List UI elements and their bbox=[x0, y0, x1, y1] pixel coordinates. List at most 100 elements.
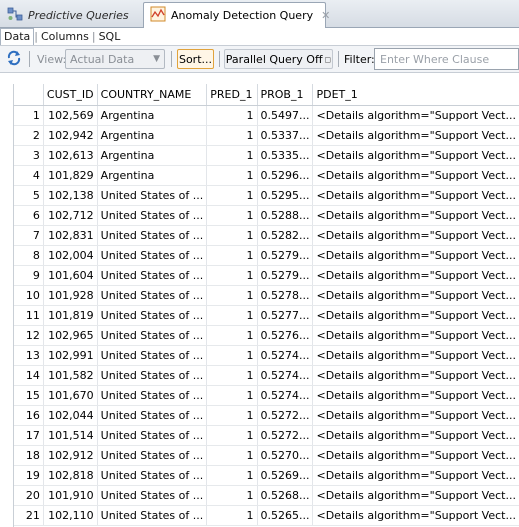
row-number[interactable]: 18 bbox=[14, 445, 44, 466]
prob-1-cell[interactable]: 0.5265... bbox=[257, 505, 314, 526]
cust-id-cell[interactable]: 102,613 bbox=[43, 145, 98, 166]
prob-1-cell[interactable]: 0.5295... bbox=[257, 185, 314, 206]
row-number[interactable]: 16 bbox=[14, 405, 44, 426]
prob-1-header[interactable]: PROB_1 bbox=[257, 84, 314, 106]
tab-data[interactable]: Data bbox=[0, 28, 35, 45]
pred-1-cell[interactable]: 1 bbox=[206, 205, 258, 226]
table-row[interactable]: 17 101,514 United States of ... 1 0.5272... <… bbox=[14, 425, 519, 446]
prob-1-cell[interactable]: 0.5272... bbox=[257, 425, 314, 446]
table-row[interactable]: 1 102,569 Argentina 1 0.5497... <Details algo… bbox=[14, 105, 519, 126]
tab-columns[interactable]: Columns bbox=[38, 29, 92, 45]
prob-1-cell[interactable]: 0.5337... bbox=[257, 125, 314, 146]
pred-1-cell[interactable]: 1 bbox=[206, 385, 258, 406]
cust-id-cell[interactable]: 101,910 bbox=[43, 485, 98, 506]
row-number[interactable]: 6 bbox=[14, 205, 44, 226]
row-number[interactable]: 11 bbox=[14, 305, 44, 326]
pred-1-cell[interactable]: 1 bbox=[206, 125, 258, 146]
cust-id-cell[interactable]: 102,110 bbox=[43, 505, 98, 526]
prob-1-cell[interactable]: 0.5335... bbox=[257, 145, 314, 166]
row-number[interactable]: 3 bbox=[14, 145, 44, 166]
prob-1-cell[interactable]: 0.5274... bbox=[257, 365, 314, 386]
row-number[interactable]: 17 bbox=[14, 425, 44, 446]
parallel-query-button[interactable]: Parallel Query Off ◻ bbox=[224, 49, 333, 69]
pdet-1-cell[interactable]: <Details algorithm="Support Vect... bbox=[312, 165, 519, 186]
where-clause-field[interactable] bbox=[374, 48, 519, 70]
pdet-1-cell[interactable]: <Details algorithm="Support Vect... bbox=[312, 505, 519, 526]
pdet-1-cell[interactable]: <Details algorithm="Support Vect... bbox=[312, 445, 519, 466]
pred-1-cell[interactable]: 1 bbox=[206, 325, 258, 346]
cust-id-cell[interactable]: 101,670 bbox=[43, 385, 98, 406]
pdet-1-cell[interactable]: <Details algorithm="Support Vect... bbox=[312, 385, 519, 406]
row-number[interactable]: 21 bbox=[14, 505, 44, 526]
pred-1-cell[interactable]: 1 bbox=[206, 445, 258, 466]
cust-id-cell[interactable]: 102,912 bbox=[43, 445, 98, 466]
row-number[interactable]: 1 bbox=[14, 105, 44, 126]
prob-1-cell[interactable]: 0.5268... bbox=[257, 485, 314, 506]
country-name-cell[interactable]: United States of ... bbox=[97, 285, 208, 306]
pdet-1-cell[interactable]: <Details algorithm="Support Vect... bbox=[312, 365, 519, 386]
results-grid[interactable]: CUST_ID COUNTRY_NAME PRED_1 PROB_1 PDET_1 11… bbox=[13, 84, 519, 527]
country-name-cell[interactable]: United States of ... bbox=[97, 185, 208, 206]
prob-1-cell[interactable]: 0.5269... bbox=[257, 465, 314, 486]
table-row[interactable]: 20 101,910 United States of ... 1 0.5268... <… bbox=[14, 485, 519, 506]
pred-1-cell[interactable]: 1 bbox=[206, 185, 258, 206]
row-number[interactable]: 5 bbox=[14, 185, 44, 206]
cust-id-cell[interactable]: 101,582 bbox=[43, 365, 98, 386]
row-number[interactable]: 15 bbox=[14, 385, 44, 406]
prob-1-cell[interactable]: 0.5274... bbox=[257, 345, 314, 366]
pdet-1-cell[interactable]: <Details algorithm="Support Vect... bbox=[312, 105, 519, 126]
prob-1-cell[interactable]: 0.5282... bbox=[257, 225, 314, 246]
country-name-cell[interactable]: United States of ... bbox=[97, 385, 208, 406]
prob-1-cell[interactable]: 0.5274... bbox=[257, 385, 314, 406]
pdet-1-cell[interactable]: <Details algorithm="Support Vect... bbox=[312, 205, 519, 226]
pred-1-cell[interactable]: 1 bbox=[206, 105, 258, 126]
country-name-cell[interactable]: United States of ... bbox=[97, 425, 208, 446]
row-number[interactable]: 7 bbox=[14, 225, 44, 246]
pdet-1-cell[interactable]: <Details algorithm="Support Vect... bbox=[312, 345, 519, 366]
table-row[interactable]: 7 102,831 United States of ... 1 0.5282... <D… bbox=[14, 225, 519, 246]
row-number[interactable]: 8 bbox=[14, 245, 44, 266]
table-row[interactable]: 14 101,582 United States of ... 1 0.5274... <… bbox=[14, 365, 519, 386]
country-name-cell[interactable]: United States of ... bbox=[97, 405, 208, 426]
country-name-cell[interactable]: United States of ... bbox=[97, 505, 208, 526]
where-clause-input[interactable] bbox=[378, 51, 515, 67]
pred-1-cell[interactable]: 1 bbox=[206, 425, 258, 446]
refresh-button[interactable] bbox=[5, 49, 25, 69]
pdet-1-cell[interactable]: <Details algorithm="Support Vect... bbox=[312, 465, 519, 486]
sort-button[interactable]: Sort... bbox=[177, 49, 214, 69]
country-name-cell[interactable]: United States of ... bbox=[97, 325, 208, 346]
country-name-cell[interactable]: Argentina bbox=[97, 165, 208, 186]
pdet-1-cell[interactable]: <Details algorithm="Support Vect... bbox=[312, 305, 519, 326]
cust-id-cell[interactable]: 102,831 bbox=[43, 225, 98, 246]
table-row[interactable]: 4 101,829 Argentina 1 0.5296... <Details algo… bbox=[14, 165, 519, 186]
pred-1-cell[interactable]: 1 bbox=[206, 405, 258, 426]
prob-1-cell[interactable]: 0.5279... bbox=[257, 265, 314, 286]
table-row[interactable]: 5 102,138 United States of ... 1 0.5295... <D… bbox=[14, 185, 519, 206]
pred-1-cell[interactable]: 1 bbox=[206, 365, 258, 386]
tab-sql[interactable]: SQL bbox=[96, 29, 124, 45]
country-name-cell[interactable]: United States of ... bbox=[97, 465, 208, 486]
cust-id-header[interactable]: CUST_ID bbox=[43, 84, 98, 106]
pred-1-cell[interactable]: 1 bbox=[206, 465, 258, 486]
country-name-cell[interactable]: Argentina bbox=[97, 125, 208, 146]
country-name-cell[interactable]: United States of ... bbox=[97, 205, 208, 226]
prob-1-cell[interactable]: 0.5288... bbox=[257, 205, 314, 226]
table-row[interactable]: 9 101,604 United States of ... 1 0.5279... <D… bbox=[14, 265, 519, 286]
pred-1-cell[interactable]: 1 bbox=[206, 485, 258, 506]
row-number-header[interactable] bbox=[14, 84, 44, 106]
country-name-cell[interactable]: United States of ... bbox=[97, 305, 208, 326]
country-name-cell[interactable]: United States of ... bbox=[97, 485, 208, 506]
cust-id-cell[interactable]: 101,819 bbox=[43, 305, 98, 326]
table-row[interactable]: 19 102,818 United States of ... 1 0.5269... <… bbox=[14, 465, 519, 486]
cust-id-cell[interactable]: 102,991 bbox=[43, 345, 98, 366]
prob-1-cell[interactable]: 0.5270... bbox=[257, 445, 314, 466]
row-number[interactable]: 4 bbox=[14, 165, 44, 186]
prob-1-cell[interactable]: 0.5296... bbox=[257, 165, 314, 186]
pdet-1-cell[interactable]: <Details algorithm="Support Vect... bbox=[312, 125, 519, 146]
pred-1-cell[interactable]: 1 bbox=[206, 165, 258, 186]
table-row[interactable]: 6 102,712 United States of ... 1 0.5288... <D… bbox=[14, 205, 519, 226]
row-number[interactable]: 13 bbox=[14, 345, 44, 366]
cust-id-cell[interactable]: 102,004 bbox=[43, 245, 98, 266]
cust-id-cell[interactable]: 102,569 bbox=[43, 105, 98, 126]
country-name-cell[interactable]: United States of ... bbox=[97, 445, 208, 466]
